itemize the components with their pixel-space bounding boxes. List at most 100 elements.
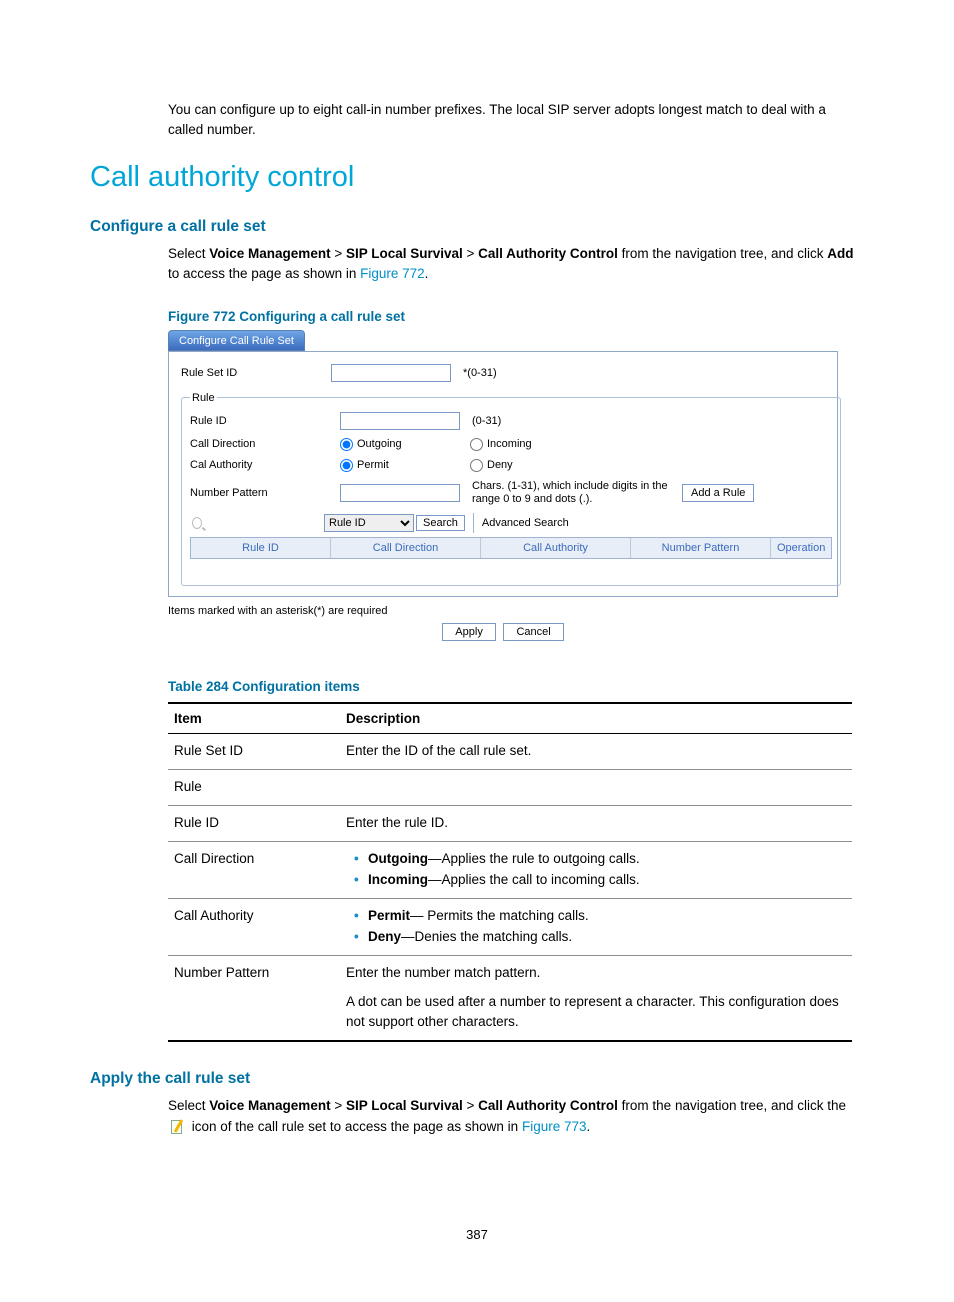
txt: from the navigation tree, and click the — [618, 1098, 846, 1113]
th-rule-id[interactable]: Rule ID — [191, 538, 331, 558]
list-item: Deny—Denies the matching calls. — [356, 927, 846, 948]
rule-id-input[interactable] — [340, 412, 460, 430]
txt: —Denies the matching calls. — [401, 929, 572, 944]
th-description: Description — [340, 703, 852, 734]
rule-legend: Rule — [190, 392, 217, 404]
cell-item: Call Direction — [168, 841, 340, 898]
cal-authority-label: Cal Authority — [190, 459, 340, 471]
section-configure-title: Configure a call rule set — [90, 218, 864, 236]
apply-button[interactable]: Apply — [442, 623, 496, 641]
txt: icon of the call rule set to access the … — [188, 1119, 522, 1134]
cal-authority-permit-radio[interactable] — [340, 459, 353, 472]
number-pattern-input[interactable] — [340, 484, 460, 502]
txt: —Applies the rule to outgoing calls. — [428, 851, 640, 866]
txt: . — [587, 1119, 591, 1134]
table-284-caption: Table 284 Configuration items — [168, 679, 864, 694]
number-pattern-label: Number Pattern — [190, 487, 340, 499]
search-icon — [192, 517, 202, 529]
rule-set-id-input[interactable] — [331, 364, 451, 382]
search-input[interactable] — [202, 514, 322, 532]
txt: > — [331, 1098, 346, 1113]
page-title: Call authority control — [90, 161, 864, 194]
cal-authority-deny-radio[interactable] — [470, 459, 483, 472]
cell-desc: Enter the rule ID. — [340, 805, 852, 841]
call-direction-outgoing-label: Outgoing — [357, 438, 402, 450]
txt: > — [463, 1098, 478, 1113]
rule-id-hint: (0-31) — [472, 415, 501, 427]
th-item: Item — [168, 703, 340, 734]
rule-fieldset: Rule Rule ID (0-31) Call Direction Outgo… — [181, 392, 841, 587]
cell-item: Number Pattern — [168, 955, 340, 1041]
txt: Select — [168, 1098, 209, 1113]
call-direction-outgoing-radio[interactable] — [340, 438, 353, 451]
txt: . — [425, 266, 429, 281]
cell-item: Rule ID — [168, 805, 340, 841]
list-item: Outgoing—Applies the rule to outgoing ca… — [356, 849, 846, 870]
number-pattern-hint: Chars. (1-31), which include digits in t… — [472, 480, 682, 508]
txt-bold: Outgoing — [368, 851, 428, 866]
txt-bold: Permit — [368, 908, 410, 923]
txt-bold: SIP Local Survival — [346, 246, 463, 261]
rule-set-id-label: Rule Set ID — [181, 367, 331, 379]
txt-bold: Incoming — [368, 872, 428, 887]
cell-item: Rule — [168, 770, 852, 806]
th-number-pattern[interactable]: Number Pattern — [631, 538, 771, 558]
txt: Enter the number match pattern. — [346, 963, 846, 984]
rules-table-header: Rule ID Call Direction Call Authority Nu… — [190, 537, 832, 559]
rule-id-label: Rule ID — [190, 415, 340, 427]
cell-desc: Enter the ID of the call rule set. — [340, 734, 852, 770]
cal-authority-permit-label: Permit — [357, 459, 389, 471]
cal-authority-deny-label: Deny — [487, 459, 513, 471]
search-button[interactable]: Search — [416, 515, 465, 531]
cell-desc: Enter the number match pattern. A dot ca… — [340, 955, 852, 1041]
tab-configure-call-rule-set[interactable]: Configure Call Rule Set — [168, 330, 305, 351]
table-row: Rule ID Enter the rule ID. — [168, 805, 852, 841]
table-row: Call Authority Permit— Permits the match… — [168, 898, 852, 955]
screenshot-figure: Configure Call Rule Set Rule Set ID *(0-… — [168, 330, 864, 598]
rule-set-id-hint: *(0-31) — [463, 367, 497, 379]
txt: Select — [168, 246, 209, 261]
table-row: Call Direction Outgoing—Applies the rule… — [168, 841, 852, 898]
edit-icon — [170, 1120, 186, 1134]
add-a-rule-button[interactable]: Add a Rule — [682, 484, 754, 502]
th-call-authority[interactable]: Call Authority — [481, 538, 631, 558]
txt-bold: Deny — [368, 929, 401, 944]
call-direction-incoming-radio[interactable] — [470, 438, 483, 451]
th-call-direction[interactable]: Call Direction — [331, 538, 481, 558]
figure-772-link[interactable]: Figure 772 — [360, 266, 425, 281]
table-row: Number Pattern Enter the number match pa… — [168, 955, 852, 1041]
cell-desc: Outgoing—Applies the rule to outgoing ca… — [340, 841, 852, 898]
txt-bold: SIP Local Survival — [346, 1098, 463, 1113]
txt: to access the page as shown in — [168, 266, 360, 281]
txt: —Applies the call to incoming calls. — [428, 872, 640, 887]
required-note: Items marked with an asterisk(*) are req… — [168, 605, 864, 617]
cell-item: Rule Set ID — [168, 734, 340, 770]
page-number: 387 — [90, 1227, 864, 1242]
txt: > — [463, 246, 478, 261]
txt-bold: Add — [827, 246, 853, 261]
table-row: Rule — [168, 770, 852, 806]
figure-772-caption: Figure 772 Configuring a call rule set — [168, 309, 864, 324]
txt: > — [331, 246, 346, 261]
section-apply-body: Select Voice Management > SIP Local Surv… — [168, 1096, 864, 1137]
txt-bold: Voice Management — [209, 1098, 330, 1113]
txt: A dot can be used after a number to repr… — [346, 992, 846, 1034]
cell-item: Call Authority — [168, 898, 340, 955]
txt-bold: Call Authority Control — [478, 1098, 618, 1113]
table-row: Rule Set ID Enter the ID of the call rul… — [168, 734, 852, 770]
call-direction-label: Call Direction — [190, 438, 340, 450]
list-item: Incoming—Applies the call to incoming ca… — [356, 870, 846, 891]
txt-bold: Call Authority Control — [478, 246, 618, 261]
config-items-table: Item Description Rule Set ID Enter the I… — [168, 702, 852, 1042]
call-direction-incoming-label: Incoming — [487, 438, 532, 450]
figure-773-link[interactable]: Figure 773 — [522, 1119, 587, 1134]
advanced-search-link[interactable]: Advanced Search — [482, 517, 569, 529]
cancel-button[interactable]: Cancel — [503, 623, 563, 641]
section-configure-body: Select Voice Management > SIP Local Surv… — [168, 244, 864, 285]
txt: from the navigation tree, and click — [618, 246, 827, 261]
intro-paragraph: You can configure up to eight call-in nu… — [168, 100, 864, 139]
txt-bold: Voice Management — [209, 246, 330, 261]
search-field-select[interactable]: Rule ID — [324, 514, 414, 532]
section-apply-title: Apply the call rule set — [90, 1070, 864, 1088]
list-item: Permit— Permits the matching calls. — [356, 906, 846, 927]
